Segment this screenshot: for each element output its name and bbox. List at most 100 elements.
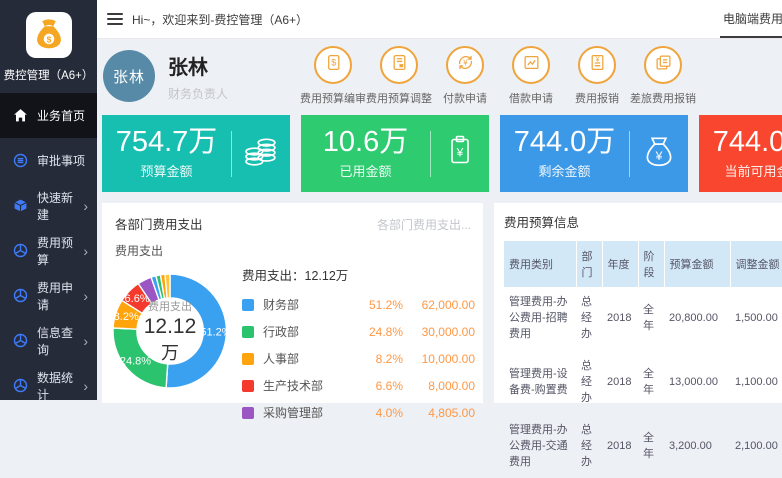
stat-label: 当前可用金额 [699,161,782,180]
sidebar-item-label: 数据统计 [37,369,83,403]
stat-value: 754.7万 [102,127,231,159]
legend-value: 8,000.00 [403,379,475,393]
user-role: 财务负责人 [168,85,260,102]
svg-text:51.2%: 51.2% [200,327,231,339]
table-cell: 总经办 [576,287,602,351]
chart-series-label: 费用支出 [115,242,483,259]
table-cell: 管理费用-办公费用-招聘费用 [504,287,576,351]
budget-table: 费用类别部门年度阶段预算金额调整金额可用金额 管理费用-办公费用-招聘费用总经办… [504,241,782,478]
table-cell: 总经办 [576,415,602,478]
svg-text:8.2%: 8.2% [114,311,139,323]
coins-icon [241,131,281,176]
chevron-right-icon: › [83,289,88,303]
department-expense-panel: 各部门费用支出 各部门费用支出... 费用支出 51.2%24.8%8.2%6.… [102,203,483,403]
legend-swatch [242,326,254,338]
main-content: 张林 张林 财务负责人 $费用预算编审费用预算调整¥付款申请借款申请¥费用报销差… [97,39,782,400]
approval-icon [13,153,28,168]
svg-text:¥: ¥ [655,149,663,163]
travel-claim-icon [655,54,672,76]
sidebar-item-5[interactable]: 信息查询› [0,318,97,363]
stat-card-0: 754.7万预算金额 [102,115,290,192]
chart-legend: 财务部51.2%62,000.00行政部24.8%30,000.00人事部8.2… [242,291,475,426]
chevron-right-icon: › [83,199,88,213]
sidebar-item-6[interactable]: 数据统计› [0,363,97,408]
sidebar-item-label: 费用申请 [37,279,83,313]
top-header: Hi~，欢迎来到-费控管理（A6+） 电脑端费用管理 [97,0,782,39]
loan-request-icon [523,54,540,76]
quick-action-label: 差旅费用报销 [630,90,696,106]
table-cell: 2018 [602,351,638,415]
tab-pc-expense[interactable]: 电脑端费用管理 [720,0,782,38]
table-row: 管理费用-办公费用-招聘费用总经办2018全年20,800.001,500.00… [504,287,782,351]
sidebar-item-label: 业务首页 [37,107,85,124]
table-cell: 全年 [638,351,664,415]
payment-request-icon: ¥ [457,54,474,76]
sidebar-item-3[interactable]: 费用预算› [0,228,97,273]
sidebar-item-4[interactable]: 费用申请› [0,273,97,318]
quick-action-0[interactable]: $ 费用预算编审 [300,46,366,106]
quick-action-label: 费用预算编审 [300,90,366,106]
user-name: 张林 [168,51,260,80]
table-cell: 2018 [602,415,638,478]
legend-percent: 6.6% [357,379,403,393]
chevron-right-icon: › [83,334,88,348]
quick-action-4[interactable]: ¥费用报销 [564,46,630,106]
expense-donut-chart: 51.2%24.8%8.2%6.6% 费用支出 12.12 万 [104,265,236,397]
legend-item-3[interactable]: 生产技术部6.6%8,000.00 [242,372,475,399]
home-icon [13,108,28,123]
svg-text:¥: ¥ [456,146,464,160]
app-name: 费控管理（A6+） [0,67,97,83]
stat-value: 744.0万 [500,127,629,159]
legend-value: 62,000.00 [403,298,475,312]
cube-icon [13,198,28,213]
table-row: 管理费用-设备费-购置费总经办2018全年13,000.001,100.0014… [504,351,782,415]
quick-action-1[interactable]: 费用预算调整 [366,46,432,106]
quick-action-label: 付款申请 [432,90,498,106]
legend-swatch [242,299,254,311]
svg-text:¥: ¥ [595,56,599,63]
chevron-right-icon: › [83,244,88,258]
sidebar-item-0[interactable]: 业务首页 [0,93,97,138]
quick-action-label: 借款申请 [498,90,564,106]
chart-total-label: 费用支出：12.12万 [242,265,475,284]
budget-review-icon: $ [325,54,342,76]
chart-panel-link[interactable]: 各部门费用支出... [377,216,471,233]
svg-text:¥: ¥ [463,58,468,67]
svg-text:24.8%: 24.8% [120,356,151,368]
table-cell: 全年 [638,287,664,351]
chevron-right-icon: › [83,379,88,393]
legend-percent: 4.0% [357,406,403,420]
quick-action-3[interactable]: 借款申请 [498,46,564,106]
stat-card-3: 744.0万当前可用金额¥ [699,115,782,192]
legend-item-0[interactable]: 财务部51.2%62,000.00 [242,291,475,318]
table-cell: 20,800.00 [664,287,730,351]
stat-card-2: 744.0万剩余金额 ¥ [500,115,688,192]
budget-col-header: 阶段 [638,241,664,287]
quick-action-5[interactable]: 差旅费用报销 [630,46,696,106]
table-cell: 1,100.00 [730,351,782,415]
table-cell: 管理费用-办公费用-交通费用 [504,415,576,478]
sidebar: $ 费控管理（A6+） 业务首页审批事项快速新建›费用预算›费用申请›信息查询›… [0,0,97,400]
sidebar-item-2[interactable]: 快速新建› [0,183,97,228]
legend-value: 30,000.00 [403,325,475,339]
stat-value: 10.6万 [301,127,430,159]
legend-item-2[interactable]: 人事部8.2%10,000.00 [242,345,475,372]
table-cell: 3,200.00 [664,415,730,478]
moneybag-icon: ¥ [640,132,678,175]
sidebar-item-label: 信息查询 [37,324,83,358]
sidebar-item-label: 快速新建 [37,189,83,223]
stat-card-1: 10.6万已用金额¥ [301,115,489,192]
quick-action-2[interactable]: ¥ 付款申请 [432,46,498,106]
legend-name: 人事部 [263,350,299,367]
legend-swatch [242,380,254,392]
hamburger-menu-icon[interactable] [107,13,123,25]
legend-item-1[interactable]: 行政部24.8%30,000.00 [242,318,475,345]
welcome-text: Hi~，欢迎来到-费控管理（A6+） [132,11,308,28]
legend-item-4[interactable]: 采购管理部4.0%4,805.00 [242,399,475,426]
table-cell: 管理费用-设备费-购置费 [504,351,576,415]
budget-col-header: 费用类别 [504,241,576,287]
sidebar-item-1[interactable]: 审批事项 [0,138,97,183]
stat-label: 剩余金额 [500,161,629,180]
table-cell: 1,500.00 [730,287,782,351]
legend-swatch [242,353,254,365]
